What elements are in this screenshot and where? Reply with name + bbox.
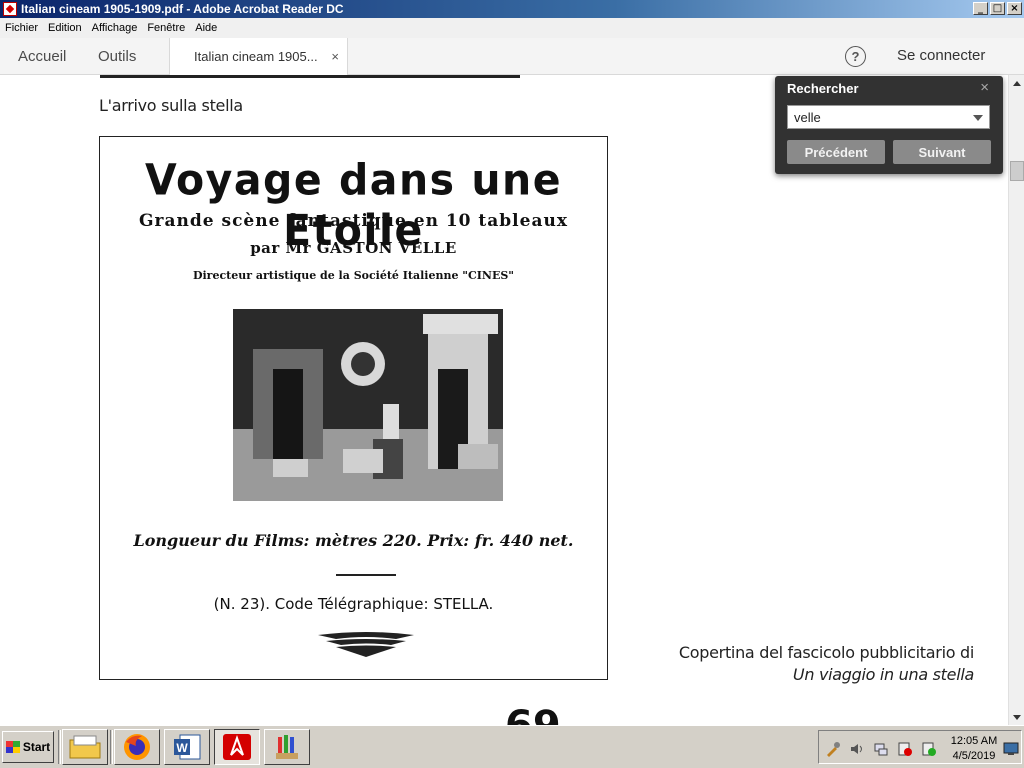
tab-document[interactable]: Italian cineam 1905... ×: [169, 38, 348, 75]
maximize-button[interactable]: □: [990, 2, 1005, 15]
windows-logo-icon: [5, 741, 20, 753]
minimize-button[interactable]: _: [973, 2, 988, 15]
arrow-up-icon: [1013, 80, 1021, 86]
system-tray: 12:05 AM 4/5/2019: [818, 730, 1022, 764]
close-window-button[interactable]: ×: [1007, 2, 1022, 15]
search-query: velle: [794, 110, 821, 125]
help-icon[interactable]: ?: [845, 46, 866, 67]
taskbar: Start W 12:05 AM 4/5/2019: [0, 725, 1024, 768]
winged-emblem-icon: [316, 629, 416, 659]
search-input[interactable]: velle: [787, 105, 990, 129]
poster-author: par Mr GASTON VELLE: [250, 239, 457, 257]
tab-accueil[interactable]: Accueil: [18, 48, 66, 65]
close-tab-icon[interactable]: ×: [331, 49, 339, 64]
start-label: Start: [22, 740, 51, 754]
acrobat-icon: [223, 734, 251, 760]
taskbar-word[interactable]: W: [164, 729, 210, 765]
scrollbar-thumb[interactable]: [1010, 161, 1024, 181]
menu-bar: Fichier Edition Affichage Fenêtre Aide: [0, 18, 1024, 38]
next-button[interactable]: Suivant: [893, 140, 991, 164]
network-icon[interactable]: [873, 741, 889, 757]
page-top-rule: [100, 75, 520, 78]
window-controls: _ □ ×: [973, 2, 1022, 15]
volume-icon[interactable]: [849, 741, 865, 757]
poster-divider: [336, 574, 396, 576]
paint-icon: [276, 735, 298, 759]
desktop-icon[interactable]: [1003, 741, 1019, 757]
clock[interactable]: 12:05 AM 4/5/2019: [949, 734, 999, 764]
menu-fichier[interactable]: Fichier: [0, 22, 43, 34]
search-panel-title: Rechercher: [787, 81, 859, 96]
close-icon[interactable]: ×: [980, 79, 989, 96]
signin-button[interactable]: Se connecter: [897, 47, 985, 64]
poster-image: Voyage dans une Etoile Grande scène fant…: [99, 136, 608, 680]
document-tab-label: Italian cineam 1905...: [194, 49, 318, 64]
caption-right-line2: Un viaggio in una stella: [792, 665, 974, 684]
shield-check-icon[interactable]: [921, 741, 937, 757]
clock-date: 4/5/2019: [952, 750, 996, 762]
svg-text:W: W: [176, 741, 188, 755]
firefox-icon: [124, 734, 150, 760]
taskbar-separator: [110, 730, 113, 764]
chevron-down-icon[interactable]: [973, 115, 983, 121]
taskbar-separator: [58, 730, 61, 764]
scroll-up-button[interactable]: [1009, 75, 1024, 91]
arrow-down-icon: [1013, 714, 1021, 720]
film-still-photo: [233, 309, 503, 501]
clock-time: 12:05 AM: [950, 735, 998, 747]
vertical-scrollbar[interactable]: [1008, 75, 1024, 725]
tab-outils[interactable]: Outils: [98, 48, 136, 65]
security-alert-icon[interactable]: [897, 741, 913, 757]
scroll-down-button[interactable]: [1009, 709, 1024, 725]
poster-subtitle: Grande scène fantastique en 10 tableaux: [139, 211, 568, 231]
taskbar-firefox[interactable]: [114, 729, 160, 765]
poster-length-price: Longueur du Films: mètres 220. Prix: fr.…: [133, 531, 574, 550]
search-panel: Rechercher × velle Précédent Suivant: [775, 76, 1003, 174]
caption-right: Copertina del fascicolo pubblicitario di…: [679, 642, 974, 686]
window-title: Italian cineam 1905-1909.pdf - Adobe Acr…: [21, 2, 344, 16]
taskbar-acrobat[interactable]: [214, 729, 260, 765]
acrobat-tab-bar: Accueil Outils Italian cineam 1905... ×: [0, 38, 1024, 75]
caption-right-line1: Copertina del fascicolo pubblicitario di: [678, 643, 974, 662]
tools-icon[interactable]: [825, 741, 841, 757]
word-icon: W: [174, 734, 201, 760]
menu-edition[interactable]: Edition: [43, 22, 87, 34]
caption-top: L'arrivo sulla stella: [99, 96, 243, 115]
poster-telegraph-code: (N. 23). Code Télégraphique: STELLA.: [213, 595, 494, 613]
folder-icon: [69, 735, 101, 759]
poster-director: Directeur artistique de la Société Itali…: [192, 269, 515, 282]
menu-affichage[interactable]: Affichage: [87, 22, 143, 34]
start-button[interactable]: Start: [2, 731, 54, 763]
taskbar-explorer[interactable]: [62, 729, 108, 765]
acrobat-app-icon: [3, 2, 17, 16]
previous-button[interactable]: Précédent: [787, 140, 885, 164]
menu-aide[interactable]: Aide: [190, 22, 222, 34]
window-titlebar[interactable]: Italian cineam 1905-1909.pdf - Adobe Acr…: [0, 0, 1024, 18]
page-number: 69: [505, 703, 561, 725]
taskbar-paint[interactable]: [264, 729, 310, 765]
menu-fenetre[interactable]: Fenêtre: [142, 22, 190, 34]
